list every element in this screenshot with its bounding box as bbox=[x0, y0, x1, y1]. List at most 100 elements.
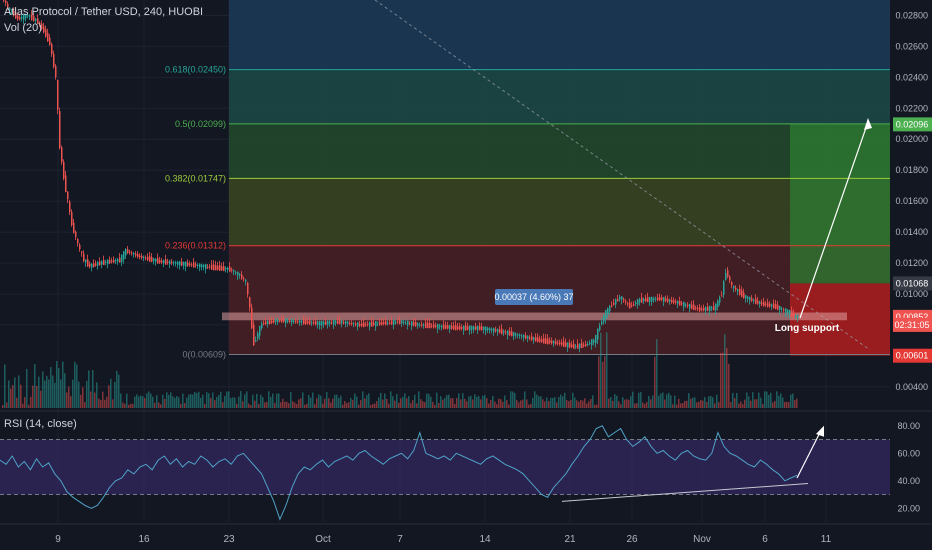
volume-bar bbox=[116, 370, 118, 408]
candle-body bbox=[327, 320, 329, 325]
volume-bar bbox=[502, 401, 504, 408]
volume-bar bbox=[14, 377, 16, 408]
volume-bar bbox=[344, 401, 346, 408]
candle-body bbox=[159, 259, 161, 263]
volume-bar bbox=[764, 391, 766, 408]
candle-body bbox=[49, 37, 51, 45]
y-tick-label: 0.01800 bbox=[895, 165, 928, 175]
volume-bar bbox=[736, 392, 738, 408]
candle-body bbox=[757, 300, 759, 304]
volume-bar bbox=[232, 397, 234, 408]
volume-bar bbox=[636, 403, 638, 408]
candle-body bbox=[237, 271, 239, 276]
volume-bar bbox=[258, 404, 260, 408]
volume-bar bbox=[540, 396, 542, 408]
candle-body bbox=[711, 307, 713, 309]
volume-bar bbox=[334, 394, 336, 408]
volume-bar bbox=[282, 398, 284, 408]
candle-body bbox=[223, 265, 225, 271]
candle-body bbox=[681, 303, 683, 305]
candle-body bbox=[181, 261, 183, 266]
candle-body bbox=[639, 299, 641, 303]
candle-body bbox=[349, 323, 351, 325]
volume-bar bbox=[18, 375, 20, 408]
volume-bar bbox=[148, 391, 150, 408]
volume-bar bbox=[138, 396, 140, 408]
candle-body bbox=[89, 263, 91, 267]
candle-body bbox=[51, 44, 53, 54]
candle-body bbox=[63, 161, 65, 179]
rsi-label[interactable]: RSI (14, close) bbox=[4, 418, 77, 430]
volume-bar bbox=[498, 398, 500, 408]
volume-bar bbox=[388, 403, 390, 408]
volume-bar bbox=[106, 396, 108, 408]
candle-body bbox=[521, 335, 523, 337]
candle-body bbox=[53, 53, 55, 67]
candle-body bbox=[719, 297, 721, 303]
candle-body bbox=[147, 256, 149, 261]
candle-body bbox=[555, 341, 557, 344]
candle-body bbox=[151, 257, 153, 262]
volume-bar bbox=[662, 392, 664, 408]
volume-bar bbox=[318, 394, 320, 408]
volume-bar bbox=[524, 391, 526, 408]
candle-body bbox=[129, 251, 131, 253]
volume-bar bbox=[520, 400, 522, 408]
candle-body bbox=[499, 329, 501, 333]
volume-bar bbox=[652, 395, 654, 408]
candle-body bbox=[701, 308, 703, 311]
candle-body bbox=[709, 305, 711, 312]
candle-body bbox=[451, 325, 453, 329]
candle-body bbox=[535, 337, 537, 342]
volume-bar bbox=[228, 391, 230, 408]
volume-bar bbox=[262, 397, 264, 408]
candle-body bbox=[225, 268, 227, 270]
volume-bar bbox=[518, 402, 520, 408]
volume-bar bbox=[408, 396, 410, 408]
candle-body bbox=[305, 320, 307, 325]
candle-body bbox=[737, 289, 739, 292]
volume-bar bbox=[732, 392, 734, 408]
candle-body bbox=[91, 263, 93, 268]
volume-bar bbox=[166, 392, 168, 408]
symbol-title[interactable]: Atlas Protocol / Tether USD, 240, HUOBI bbox=[4, 6, 203, 18]
fib-label: 0.5(0.02099) bbox=[175, 119, 226, 129]
candle-body bbox=[267, 320, 269, 325]
candle-body bbox=[621, 296, 623, 300]
candle-body bbox=[559, 342, 561, 345]
price-tag: 0.00601 bbox=[893, 348, 932, 363]
volume-label[interactable]: Vol (20) bbox=[4, 22, 42, 34]
chart-canvas[interactable]: 0.618(0.02450) 0.5(0.02099) 0.382(0.01747)… bbox=[0, 0, 932, 550]
candle-body bbox=[635, 302, 637, 304]
volume-bar bbox=[514, 392, 516, 408]
candle-body bbox=[649, 297, 651, 302]
candle-body bbox=[761, 302, 763, 305]
candle-body bbox=[251, 307, 253, 329]
candle-body bbox=[239, 274, 241, 276]
candle-body bbox=[191, 264, 193, 266]
volume-bar bbox=[418, 391, 420, 408]
volume-bar bbox=[256, 393, 258, 408]
volume-bar bbox=[728, 363, 730, 408]
candle-body bbox=[185, 261, 187, 267]
volume-bar bbox=[390, 391, 392, 408]
volume-bar bbox=[218, 394, 220, 408]
volume-bar bbox=[752, 392, 754, 408]
volume-bar bbox=[6, 402, 8, 408]
y-tick-label: 0.02400 bbox=[895, 72, 928, 82]
candle-body bbox=[713, 305, 715, 311]
y-tick-label: 0.02600 bbox=[895, 41, 928, 51]
candle-body bbox=[583, 344, 585, 346]
x-tick-label: Nov bbox=[693, 534, 711, 545]
volume-bar bbox=[666, 394, 668, 408]
volume-bar bbox=[576, 400, 578, 408]
price-tag-text: 0.02096 bbox=[896, 119, 929, 129]
fib-label: 0(0.00609) bbox=[182, 349, 226, 359]
volume-bar bbox=[266, 401, 268, 408]
candle-body bbox=[371, 321, 373, 327]
volume-bar bbox=[380, 392, 382, 408]
volume-bar bbox=[396, 393, 398, 408]
volume-bar bbox=[622, 397, 624, 408]
volume-bar bbox=[326, 392, 328, 408]
volume-bar bbox=[366, 395, 368, 408]
